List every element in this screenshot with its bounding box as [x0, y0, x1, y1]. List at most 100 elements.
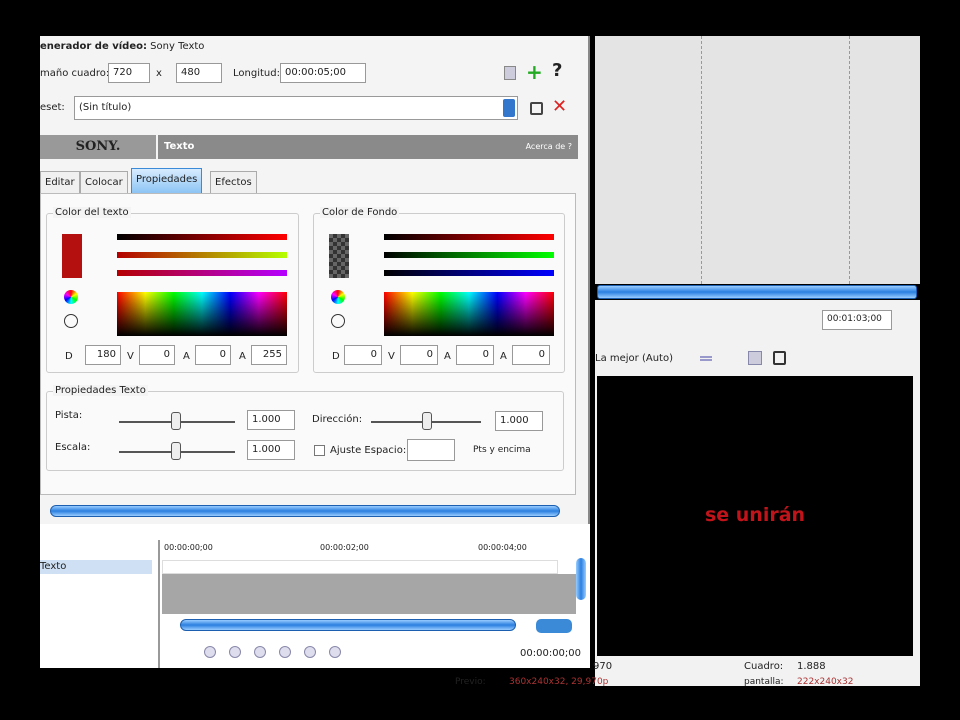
dropdown-icon[interactable]	[503, 99, 515, 117]
eyedropper-icon[interactable]	[331, 314, 345, 328]
plugin-header: Texto Acerca de ?	[158, 135, 578, 159]
a-input[interactable]: 0	[456, 345, 494, 365]
cuadro-value: 1.888	[797, 661, 826, 672]
ajuste-checkbox[interactable]	[314, 445, 325, 456]
document-icon[interactable]	[504, 66, 516, 80]
pista-slider-thumb[interactable]	[171, 412, 181, 430]
zoom-control[interactable]	[536, 619, 572, 633]
track-label[interactable]: Texto	[40, 560, 152, 574]
alpha-label: A	[500, 351, 507, 362]
copy-frame-icon[interactable]	[748, 351, 762, 365]
direccion-slider-thumb[interactable]	[422, 412, 432, 430]
next-keyframe-icon[interactable]	[304, 646, 316, 658]
escala-input[interactable]: 1.000	[247, 440, 295, 460]
video-generator-dialog: enerador de vídeo: Sony Texto maño cuadr…	[40, 36, 590, 668]
direccion-input[interactable]: 1.000	[495, 411, 543, 431]
frame-size-label: maño cuadro:	[40, 68, 110, 79]
text-color-group: Color del texto D 180 V 0 A 0 A 255	[46, 207, 299, 373]
delete-preset-icon[interactable]: ✕	[552, 96, 567, 117]
v-input[interactable]: 0	[400, 345, 438, 365]
horizontal-scrollbar[interactable]	[50, 505, 560, 517]
dialog-title: enerador de vídeo:	[40, 41, 147, 52]
tab-colocar[interactable]: Colocar	[80, 171, 128, 193]
v-input[interactable]: 0	[139, 345, 175, 365]
ruler-label: 00:00:02;00	[320, 543, 369, 552]
x-label: x	[156, 68, 162, 79]
pista-label: Pista:	[55, 410, 83, 421]
tab-editar[interactable]: Editar	[40, 171, 80, 193]
ruler-label: 00:00:00;00	[164, 543, 213, 552]
alpha-input[interactable]: 0	[512, 345, 550, 365]
pista-input[interactable]: 1.000	[247, 410, 295, 430]
height-input[interactable]: 480	[176, 63, 222, 83]
video-preview: se unirán	[597, 376, 913, 656]
color-spectrum[interactable]	[384, 292, 554, 336]
track-empty-area	[162, 574, 576, 614]
a-slider[interactable]	[117, 270, 287, 276]
text-color-swatch	[62, 234, 82, 278]
a-label: A	[444, 351, 451, 362]
preset-select[interactable]: (Sin título)	[74, 96, 518, 120]
d-slider[interactable]	[117, 234, 287, 240]
keyframe-timecode: 00:00:00;00	[520, 648, 582, 659]
a-label: A	[183, 351, 190, 362]
plugin-name: Texto	[164, 141, 195, 152]
ruler-label: 00:00:04;00	[478, 543, 527, 552]
bg-color-group: Color de Fondo D 0 V 0 A 0 A 0	[313, 207, 565, 373]
escala-slider-thumb[interactable]	[171, 442, 181, 460]
d-input[interactable]: 180	[85, 345, 121, 365]
preset-label: eset:	[40, 102, 65, 113]
v-slider[interactable]	[384, 252, 554, 258]
color-spectrum[interactable]	[117, 292, 287, 336]
ajuste-suffix: Pts y encima	[473, 445, 531, 455]
save-preset-icon[interactable]	[530, 102, 543, 115]
d-label: D	[65, 351, 73, 362]
bg-color-swatch	[329, 234, 349, 278]
color-wheel-icon[interactable]	[64, 290, 78, 304]
ajuste-input[interactable]	[407, 439, 455, 461]
sony-logo: SONY.	[40, 135, 156, 159]
last-keyframe-icon[interactable]	[329, 646, 341, 658]
eyedropper-icon[interactable]	[64, 314, 78, 328]
timeline-main-scrollbar[interactable]	[597, 285, 917, 299]
text-properties-title: Propiedades Texto	[53, 385, 148, 396]
letterbox-bottom	[0, 686, 960, 720]
direccion-label: Dirección:	[312, 414, 363, 425]
a-slider[interactable]	[384, 270, 554, 276]
status-fps: 970	[593, 661, 613, 672]
prev-keyframe-icon[interactable]	[229, 646, 241, 658]
add-keyframe-icon[interactable]	[254, 646, 266, 658]
alpha-label: A	[239, 351, 246, 362]
width-input[interactable]: 720	[108, 63, 150, 83]
first-keyframe-icon[interactable]	[204, 646, 216, 658]
preview-text: se unirán	[704, 504, 806, 526]
help-icon[interactable]: ?	[552, 60, 562, 81]
tab-propiedades[interactable]: Propiedades	[131, 168, 203, 193]
keyframe-track[interactable]	[162, 560, 558, 574]
escala-label: Escala:	[55, 442, 91, 453]
tab-efectos[interactable]: Efectos	[210, 171, 257, 193]
length-input[interactable]: 00:00:05;00	[280, 63, 366, 83]
length-label: Longitud:	[233, 68, 280, 79]
timeline-tracks	[595, 36, 920, 284]
d-label: D	[332, 351, 340, 362]
a-input[interactable]: 0	[195, 345, 231, 365]
add-icon[interactable]: +	[526, 60, 543, 84]
alpha-input[interactable]: 255	[251, 345, 287, 365]
about-link[interactable]: Acerca de ?	[526, 142, 572, 151]
cuadro-label: Cuadro:	[744, 661, 784, 672]
vertical-scrollbar[interactable]	[576, 558, 586, 600]
color-wheel-icon[interactable]	[331, 290, 345, 304]
v-slider[interactable]	[117, 252, 287, 258]
overlay-icon[interactable]	[700, 356, 712, 361]
save-frame-icon[interactable]	[773, 351, 786, 365]
timeline-scrollbar[interactable]	[180, 619, 516, 631]
ajuste-label: Ajuste Espacio:	[330, 445, 407, 456]
timeline-timecode[interactable]: 00:01:03;00	[822, 310, 892, 330]
d-input[interactable]: 0	[344, 345, 382, 365]
d-slider[interactable]	[384, 234, 554, 240]
preview-quality-select[interactable]: La mejor (Auto)	[595, 353, 673, 364]
delete-keyframe-icon[interactable]	[279, 646, 291, 658]
dialog-title-plugin: Sony Texto	[150, 41, 205, 52]
v-label: V	[388, 351, 395, 362]
